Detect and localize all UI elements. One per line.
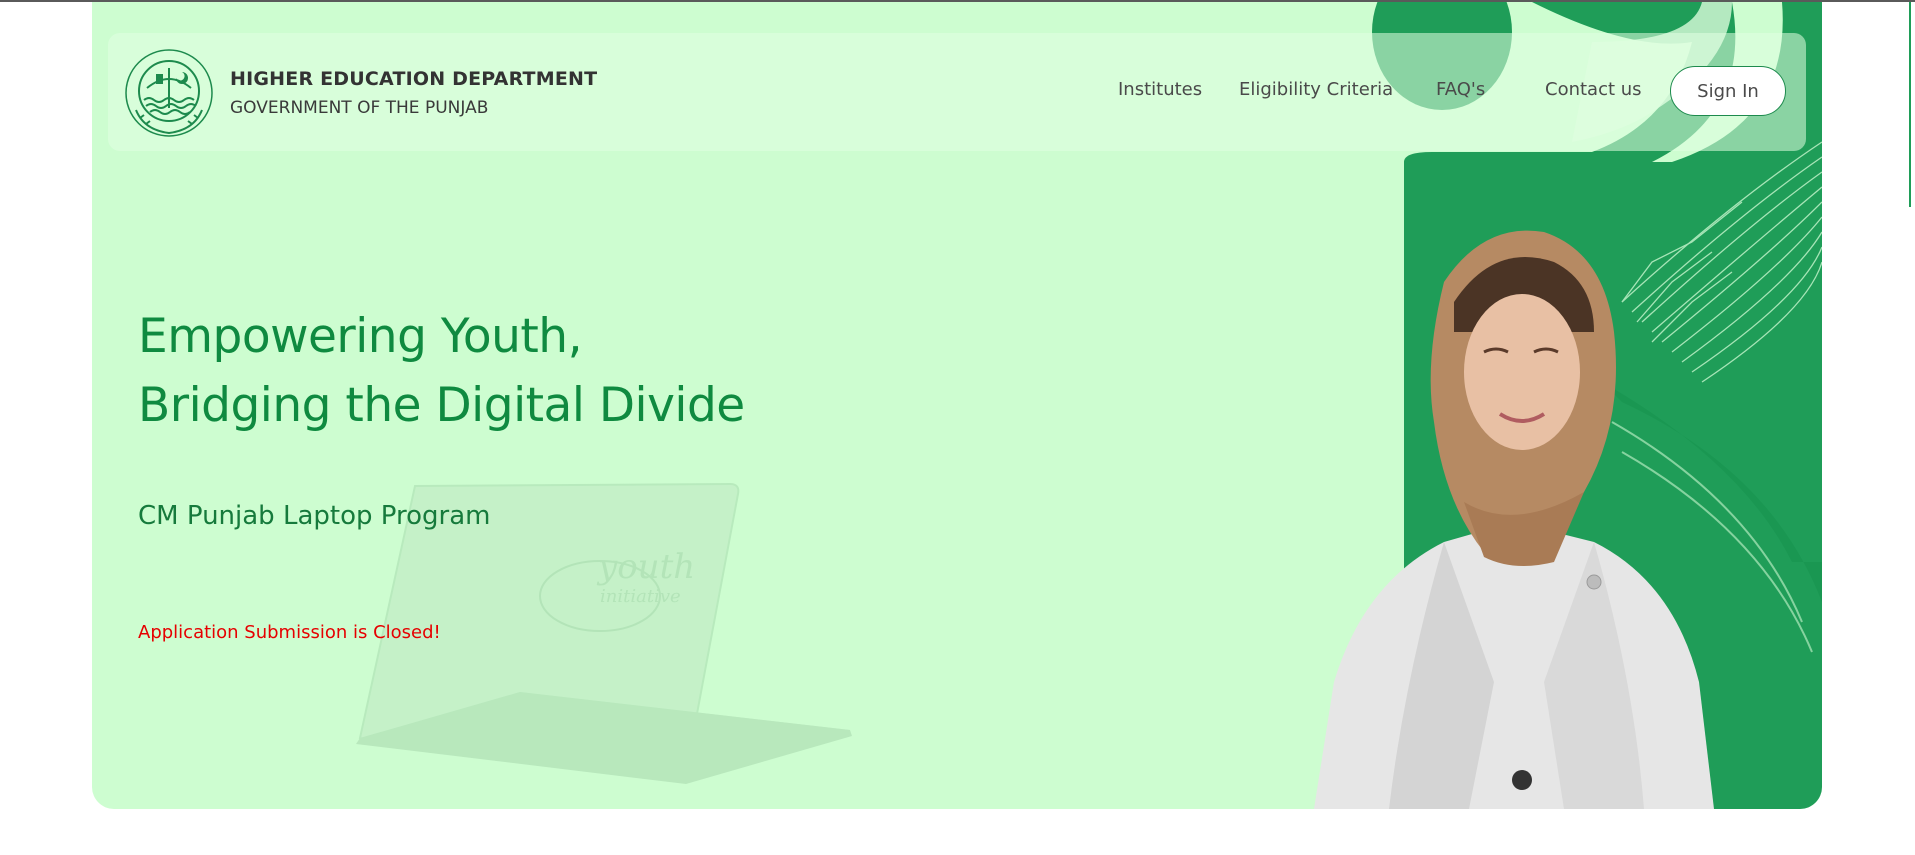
nav-link-eligibility-criteria[interactable]: Eligibility Criteria xyxy=(1239,79,1393,100)
application-status: Application Submission is Closed! xyxy=(138,622,441,643)
brand-subtitle: GOVERNMENT OF THE PUNJAB xyxy=(230,98,489,118)
headline-line-2: Bridging the Digital Divide xyxy=(138,378,745,433)
brand-title: HIGHER EDUCATION DEPARTMENT xyxy=(230,68,598,90)
headline-line-1: Empowering Youth, xyxy=(138,309,583,364)
right-edge-accent xyxy=(1909,2,1911,207)
nav-link-institutes[interactable]: Institutes xyxy=(1118,79,1202,100)
hero-headline: Empowering Youth, Bridging the Digital D… xyxy=(138,302,745,440)
svg-text:initiative: initiative xyxy=(600,586,681,607)
nav-link-contact-us[interactable]: Contact us xyxy=(1545,79,1642,100)
program-title: CM Punjab Laptop Program xyxy=(138,501,491,531)
hero-banner: HIGHER EDUCATION DEPARTMENT GOVERNMENT O… xyxy=(92,2,1822,809)
sign-in-button[interactable]: Sign In xyxy=(1670,66,1786,116)
svg-text:youth: youth xyxy=(596,547,695,587)
punjab-hed-logo xyxy=(125,49,213,137)
chief-minister-portrait xyxy=(1314,230,1714,809)
nav-link-faqs[interactable]: FAQ's xyxy=(1436,79,1485,100)
